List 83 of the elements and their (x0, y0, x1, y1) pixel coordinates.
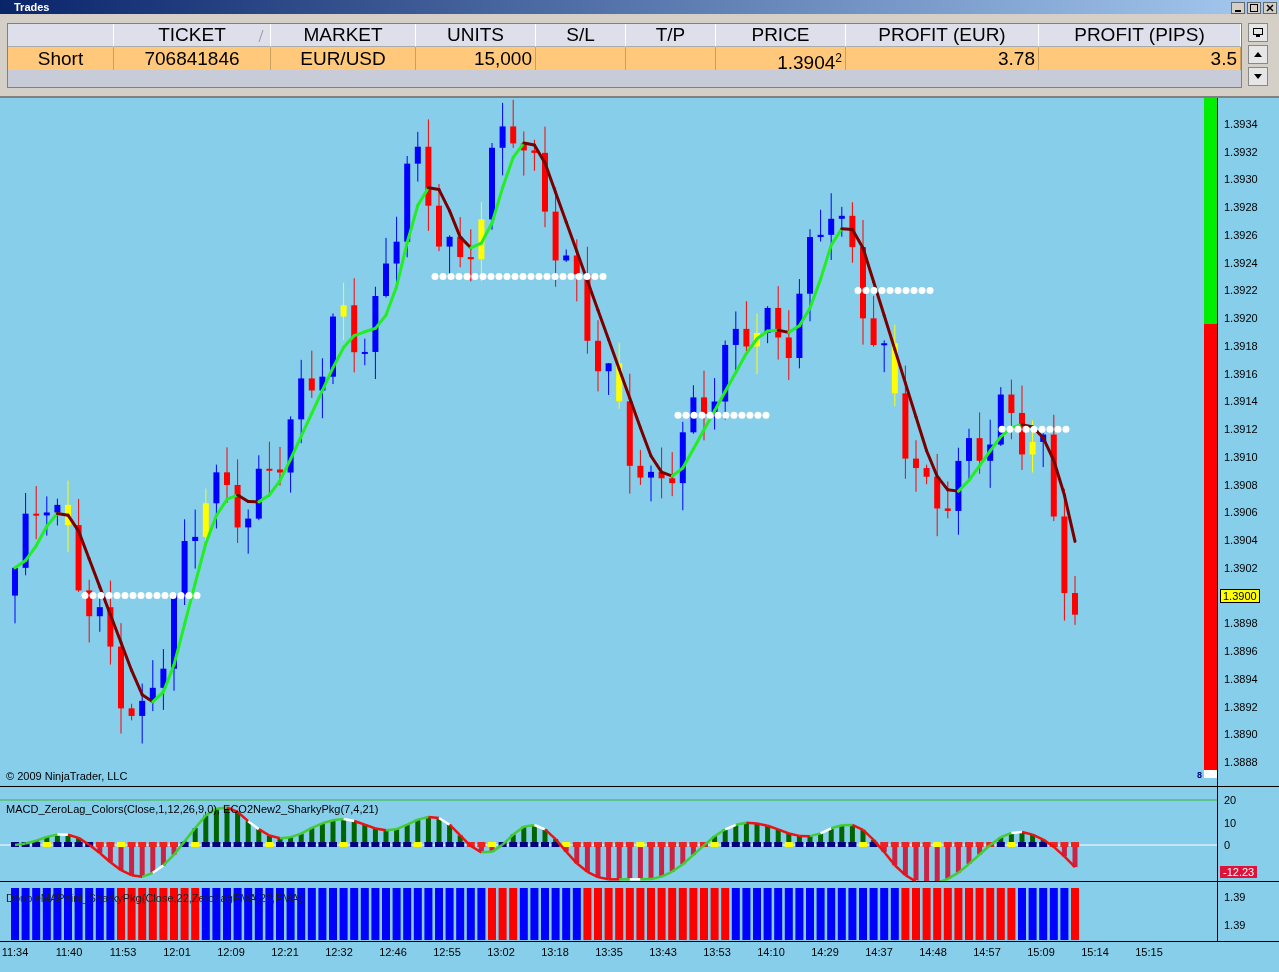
time-axis-label: 13:02 (486, 946, 516, 958)
time-axis-label: 12:09 (216, 946, 246, 958)
current-price-tag: 1.3900 (1220, 588, 1260, 603)
column-header[interactable]: UNITS (416, 24, 536, 47)
column-header[interactable]: TICKET (114, 24, 271, 47)
time-axis-label: 13:18 (540, 946, 570, 958)
time-axis-label: 11:40 (54, 946, 84, 958)
column-header[interactable]: PROFIT (EUR) (846, 24, 1039, 47)
table-cell: 1.3904$^{2}$ (716, 47, 846, 70)
axis-tick-label: 1.3932 (1224, 144, 1258, 159)
monitor-icon (1253, 28, 1263, 37)
axis-tick-label: 1.3908 (1224, 477, 1258, 492)
window-title: Trades (14, 0, 50, 14)
maximize-button[interactable] (1247, 2, 1261, 14)
table-cell: 3.78 (846, 47, 1039, 70)
axis-tick-label: 1.3916 (1224, 366, 1258, 381)
time-axis-label: 13:43 (648, 946, 678, 958)
axis-tick-label: 1.3920 (1224, 311, 1258, 326)
bar-count: 8 (1197, 770, 1202, 780)
triangle-down-icon (1254, 74, 1262, 79)
time-axis-label: 15:15 (1134, 946, 1164, 958)
settings-button[interactable] (1248, 23, 1268, 42)
axis-tick-label: 1.3898 (1224, 616, 1258, 631)
column-header[interactable]: S/L (536, 24, 626, 47)
axis-tick-label: 1.3914 (1224, 394, 1258, 409)
column-header[interactable]: PROFIT (PIPS) (1039, 24, 1241, 47)
scroll-down-button[interactable] (1248, 67, 1268, 86)
column-header[interactable]: PRICE (716, 24, 846, 47)
column-header[interactable]: T/P (626, 24, 716, 47)
sort-icon (258, 29, 264, 43)
table-cell: Short (8, 47, 114, 70)
axis-tick-label: 1.39 (1224, 918, 1246, 932)
time-axis-label: 12:01 (162, 946, 192, 958)
axis-tick-label: 1.3912 (1224, 422, 1258, 437)
time-axis-label: 12:55 (432, 946, 462, 958)
table-cell: 706841846 (114, 47, 271, 70)
axis-tick-label: 1.39 (1224, 890, 1246, 904)
time-axis-label: 12:46 (378, 946, 408, 958)
indicator-value-tag: -12.23 (1220, 866, 1258, 878)
axis-tick-label: 1.3918 (1224, 338, 1258, 353)
triangle-up-icon (1254, 52, 1262, 57)
time-axis-label: 13:53 (702, 946, 732, 958)
axis-tick-label: 1.3934 (1224, 117, 1258, 131)
scroll-up-button[interactable] (1248, 45, 1268, 64)
time-axis-label: 11:53 (108, 946, 138, 958)
time-axis-label: 15:09 (1026, 946, 1056, 958)
axis-tick-label: 1.3888 (1224, 755, 1258, 769)
close-button[interactable] (1263, 2, 1277, 14)
axis-tick-label: 0 (1224, 838, 1231, 852)
time-axis-label: 14:37 (864, 946, 894, 958)
table-cell: 15,000 (416, 47, 536, 70)
column-header[interactable]: MARKET (271, 24, 416, 47)
axis-tick-label: 1.3904 (1224, 533, 1258, 548)
maximize-icon (1250, 4, 1258, 12)
time-axis-label: 13:35 (594, 946, 624, 958)
table-cell: 3.5 (1039, 47, 1241, 70)
axis-tick-label: 1.3910 (1224, 449, 1258, 464)
axis-tick-label: 1.3928 (1224, 200, 1258, 215)
axis-tick-label: 1.3902 (1224, 560, 1258, 575)
time-axis-label: 14:57 (972, 946, 1002, 958)
time-axis-label: 14:29 (810, 946, 840, 958)
axis-tick-label: 1.3894 (1224, 671, 1258, 686)
time-axis-label: 11:34 (0, 946, 30, 958)
time-axis-label: 12:21 (270, 946, 300, 958)
axis-tick-label: 20 (1224, 793, 1237, 807)
minimize-button[interactable] (1231, 2, 1245, 14)
axis-tick-label: 1.3926 (1224, 227, 1258, 242)
axis-tick-label: 1.3906 (1224, 505, 1258, 520)
indicator-label: MACD_ZeroLag_Colors(Close,1,12,26,9,0), ECO2New2_SharkyPkg(7,4,21) (6, 803, 379, 815)
close-icon (1266, 4, 1274, 12)
time-axis-label: 15:14 (1080, 946, 1110, 958)
axis-tick-label: 1.3892 (1224, 699, 1258, 714)
copyright-text: © 2009 NinjaTrader, LLC (6, 770, 128, 782)
axis-tick-label: 1.3890 (1224, 727, 1258, 742)
time-axis-label: 14:48 (918, 946, 948, 958)
axis-tick-label: 10 (1224, 815, 1237, 830)
table-cell: EUR/USD (271, 47, 416, 70)
axis-tick-label: 1.3924 (1224, 255, 1258, 270)
axis-tick-label: 1.3930 (1224, 172, 1258, 187)
axis-tick-label: 1.3896 (1224, 644, 1258, 659)
time-axis-label: 14:10 (756, 946, 786, 958)
axis-tick-label: 1.3922 (1224, 283, 1258, 298)
time-axis-label: 12:32 (324, 946, 354, 958)
